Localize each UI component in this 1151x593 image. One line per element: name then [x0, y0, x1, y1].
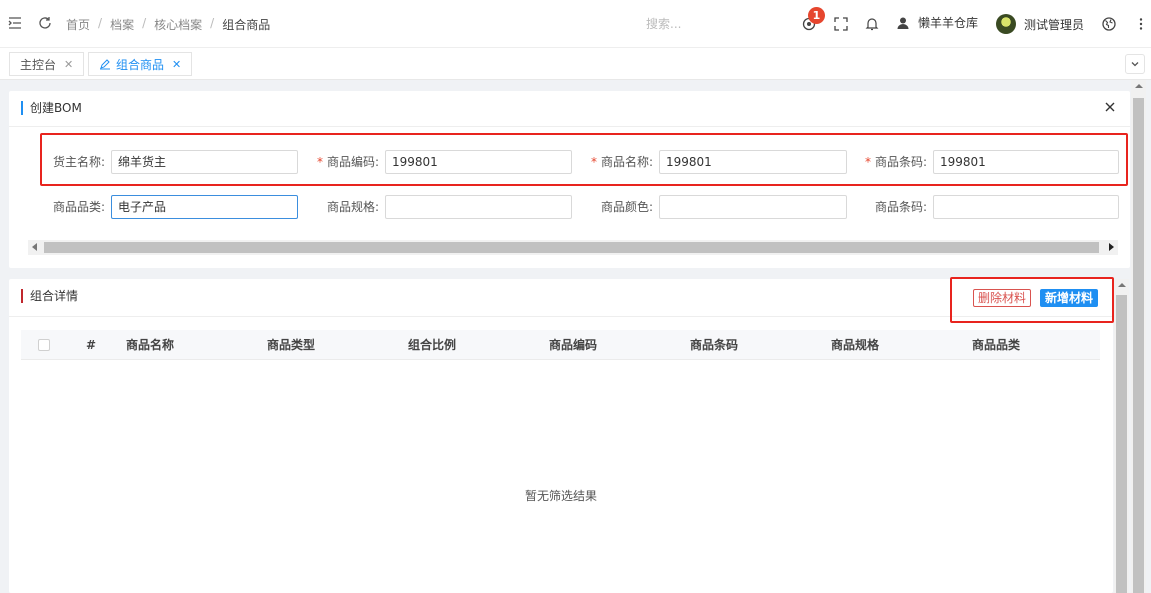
barcode-label: 商品条码: [874, 155, 927, 169]
color-label: 商品颜色: [600, 200, 653, 214]
goods-code-label: 商品编码: [326, 155, 379, 169]
scrollbar-thumb[interactable] [44, 242, 1099, 253]
scroll-up-arrow[interactable] [1135, 84, 1143, 88]
fullscreen-icon[interactable] [833, 16, 849, 32]
column-spec: 商品规格 [831, 338, 880, 352]
required-mark: * [316, 155, 323, 169]
column-goods-name: 商品名称 [126, 338, 175, 352]
panel-title: 创建BOM [21, 101, 82, 115]
close-icon[interactable] [1104, 101, 1116, 113]
page-scrollbar[interactable] [1131, 80, 1146, 593]
scrollbar-thumb[interactable] [1133, 98, 1144, 593]
close-icon[interactable]: ✕ [172, 58, 181, 71]
breadcrumb: 首页 / 档案 / 核心档案 / 组合商品 [66, 16, 271, 33]
barcode2-field[interactable] [933, 195, 1119, 219]
column-goods-code: 商品编码 [549, 338, 598, 352]
form-horizontal-scrollbar[interactable] [28, 240, 1118, 255]
close-icon[interactable]: ✕ [64, 58, 73, 71]
table-header: # 商品名称 商品类型 组合比例 商品编码 商品条码 商品规格 商品品类 [21, 330, 1100, 360]
category-label: 商品品类: [52, 200, 105, 214]
select-all-checkbox[interactable] [38, 339, 50, 351]
column-index: # [86, 338, 97, 352]
required-mark: * [864, 155, 871, 169]
avatar [996, 14, 1016, 34]
barcode-field[interactable]: 199801 [933, 150, 1119, 174]
search-input[interactable] [646, 14, 766, 34]
edit-icon [100, 59, 110, 70]
add-material-button[interactable]: 新增材料 [1040, 289, 1099, 307]
panel-title: 组合详情 [21, 289, 78, 303]
tab-dashboard[interactable]: 主控台 ✕ [9, 52, 85, 76]
breadcrumb-archive[interactable]: 档案 [110, 16, 134, 33]
scroll-left-arrow[interactable] [32, 243, 37, 251]
scroll-up-arrow[interactable] [1118, 283, 1126, 287]
breadcrumb-home[interactable]: 首页 [66, 16, 90, 33]
breadcrumb-core-archive[interactable]: 核心档案 [154, 16, 202, 33]
spec-label: 商品规格: [326, 200, 379, 214]
tab-label: 组合商品 [116, 57, 165, 72]
menu-fold-icon[interactable] [8, 16, 22, 30]
tab-bar: 主控台 ✕ 组合商品 ✕ [0, 48, 1151, 80]
required-mark: * [590, 155, 597, 169]
owner-name-label: 货主名称: [52, 155, 105, 169]
refresh-icon[interactable] [38, 16, 52, 30]
scroll-right-arrow[interactable] [1109, 243, 1114, 251]
column-category: 商品品类 [972, 338, 1021, 352]
notification-badge: 1 [808, 7, 825, 24]
barcode2-label: 商品条码: [874, 200, 927, 214]
user-name: 测试管理员 [1024, 17, 1085, 32]
tab-dropdown-button[interactable] [1125, 54, 1145, 74]
delete-material-button[interactable]: 删除材料 [973, 289, 1032, 307]
breadcrumb-current: 组合商品 [222, 18, 271, 32]
warehouse-selector[interactable]: 懒羊羊仓库 [896, 14, 978, 31]
top-header: 首页 / 档案 / 核心档案 / 组合商品 1 懒羊羊仓库 测试管理员 [0, 0, 1151, 48]
chevron-down-icon [1131, 62, 1139, 67]
bell-icon[interactable] [864, 16, 880, 32]
tab-combo-goods[interactable]: 组合商品 ✕ [88, 52, 193, 76]
scrollbar-thumb[interactable] [1116, 295, 1127, 593]
user-menu[interactable]: 测试管理员 [996, 14, 1084, 34]
column-goods-type: 商品类型 [267, 338, 316, 352]
globe-icon[interactable] [1101, 16, 1117, 32]
combo-detail-panel: 组合详情 删除材料 新增材料 # 商品名称 商品类型 组合比例 商品编码 商品条… [9, 279, 1113, 593]
tab-label: 主控台 [20, 57, 57, 72]
create-bom-panel: 创建BOM 货主名称: 绵羊货主 * 商品编码: 199801 * 商品名称: 19… [9, 91, 1130, 268]
more-vertical-icon[interactable] [1133, 16, 1149, 32]
empty-state-text: 暂无筛选结果 [524, 489, 597, 503]
detail-scrollbar[interactable] [1114, 279, 1129, 593]
goods-name-label: 商品名称: [600, 155, 653, 169]
column-combo-ratio: 组合比例 [408, 338, 457, 352]
warehouse-name: 懒羊羊仓库 [918, 16, 979, 30]
user-icon [897, 17, 909, 29]
column-barcode: 商品条码 [690, 338, 739, 352]
